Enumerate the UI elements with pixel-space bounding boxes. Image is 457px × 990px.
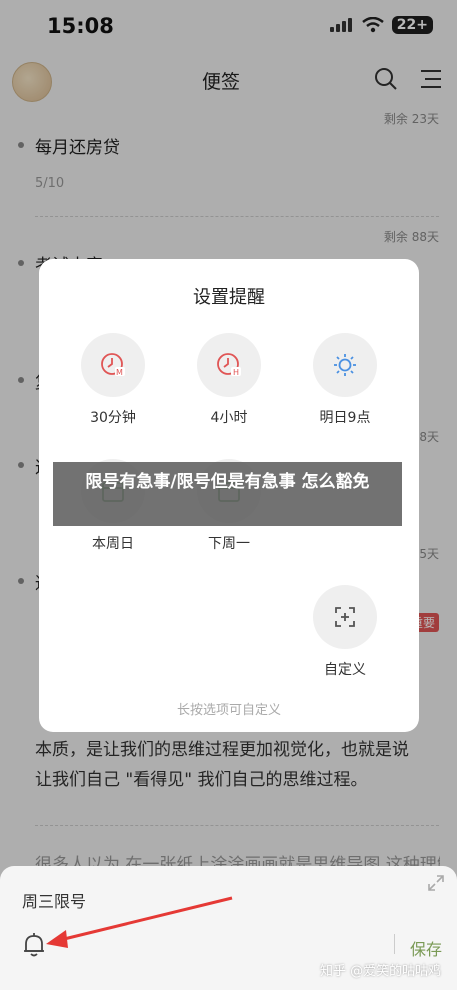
reminder-option-custom[interactable]: 自定义 (295, 585, 395, 679)
save-button[interactable]: 保存 (410, 936, 442, 960)
caption-banner: 限号有急事/限号但是有急事 怎么豁免 (53, 462, 402, 526)
reminder-option-label: 本周日 (92, 536, 134, 552)
note-editor-text[interactable]: 周三限号 (22, 888, 86, 912)
reminder-option-30min[interactable]: M 30分钟 (63, 333, 163, 427)
sun-icon (313, 333, 377, 397)
svg-text:M: M (116, 368, 123, 377)
clock-4h-icon: H (197, 333, 261, 397)
bell-icon[interactable] (22, 932, 46, 958)
reminder-option-label: 明日9点 (319, 410, 371, 426)
clock-30min-icon: M (81, 333, 145, 397)
reminder-option-label: 4小时 (210, 410, 248, 426)
reminder-option-4h[interactable]: H 4小时 (179, 333, 279, 427)
reminder-option-label: 下周一 (208, 536, 250, 552)
custom-add-icon (313, 585, 377, 649)
expand-icon[interactable] (427, 874, 445, 892)
svg-text:H: H (233, 368, 239, 377)
watermark: 知乎 @爱笑的咕咕鸡 (320, 964, 442, 979)
dialog-title: 设置提醒 (193, 287, 265, 308)
dialog-hint: 长按选项可自定义 (176, 703, 281, 718)
reminder-option-label: 自定义 (324, 662, 366, 678)
sheet-divider (394, 934, 395, 954)
reminder-option-label: 30分钟 (90, 410, 136, 426)
reminder-option-tomorrow-9am[interactable]: 明日9点 (295, 333, 395, 427)
caption-text: 限号有急事/限号但是有急事 怎么豁免 (85, 472, 370, 492)
